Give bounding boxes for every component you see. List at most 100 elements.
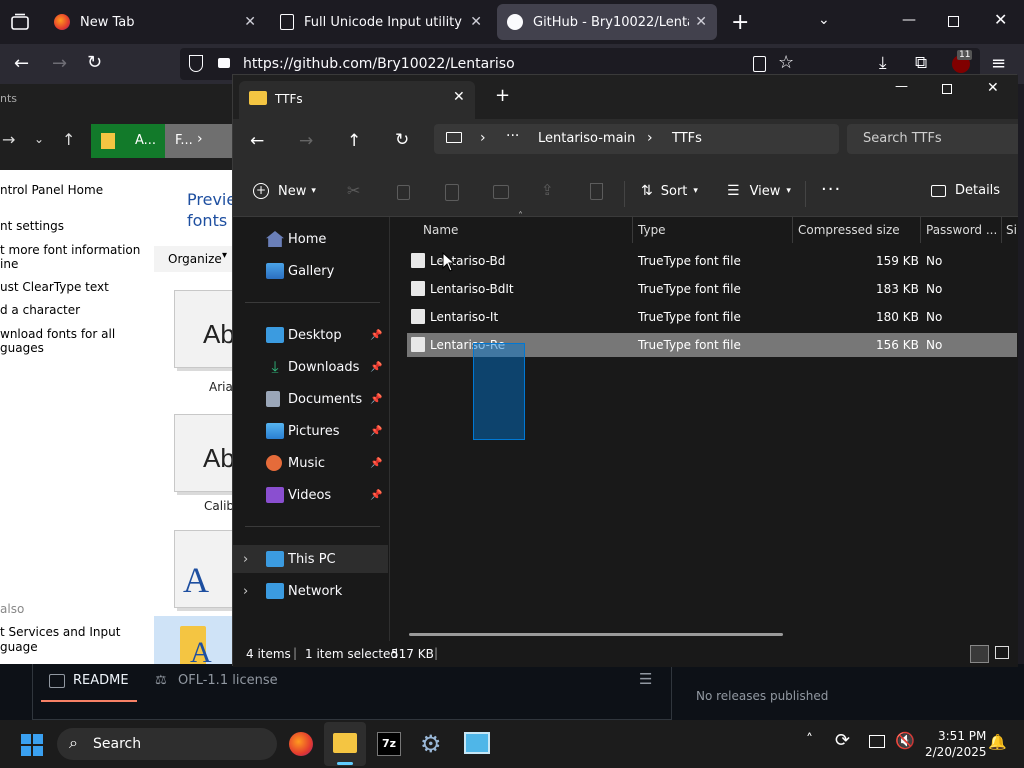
cut-icon[interactable]: ✂: [347, 181, 360, 200]
new-tab-plus-icon[interactable]: +: [731, 10, 749, 35]
minimize-icon[interactable]: —: [902, 12, 916, 28]
file-row[interactable]: Lentariso-Bd TrueType font file 159 KB N…: [407, 249, 1017, 273]
delete-icon[interactable]: [590, 183, 603, 200]
column-divider[interactable]: [792, 217, 793, 243]
sync-icon[interactable]: ⟳: [835, 730, 850, 751]
column-divider[interactable]: [1001, 217, 1002, 243]
column-header-size[interactable]: Compressed size: [798, 223, 900, 237]
nav-item-gallery[interactable]: Gallery: [233, 257, 390, 285]
notification-bell-icon[interactable]: 🔔: [988, 733, 1007, 751]
details-view-icon[interactable]: [970, 645, 989, 663]
nav-item-this-pc[interactable]: › This PC: [233, 545, 388, 573]
address-bar[interactable]: › ··· Lentariso-main › TTFs: [434, 124, 839, 154]
outline-menu-icon[interactable]: ☰: [639, 670, 652, 688]
pin-icon[interactable]: 📌: [370, 362, 382, 373]
tiles-view-icon[interactable]: [995, 646, 1009, 659]
firefox-taskbar-icon[interactable]: [289, 732, 313, 756]
hamburger-menu-icon[interactable]: ≡: [991, 53, 1006, 74]
font-card[interactable]: A: [174, 530, 234, 608]
close-window-icon[interactable]: ✕: [994, 10, 1007, 29]
lock-icon[interactable]: [218, 58, 230, 68]
organize-button[interactable]: Organize ▾: [154, 246, 232, 272]
close-tab-icon[interactable]: ✕: [453, 89, 465, 105]
windows-start-icon[interactable]: [21, 734, 43, 756]
column-divider[interactable]: [632, 217, 633, 243]
rename-icon[interactable]: [493, 185, 509, 199]
nav-item-documents[interactable]: Documents 📌: [233, 385, 390, 413]
7zip-taskbar-icon[interactable]: 7z: [377, 732, 401, 756]
breadcrumb-item[interactable]: TTFs: [672, 131, 702, 146]
minimize-icon[interactable]: —: [895, 79, 908, 94]
cp-link[interactable]: ust ClearType text: [0, 280, 109, 294]
chevron-right-icon[interactable]: ›: [243, 552, 248, 567]
column-divider[interactable]: [920, 217, 921, 243]
extensions-icon[interactable]: ⧉: [915, 53, 927, 73]
close-icon[interactable]: ✕: [695, 14, 707, 30]
tab-unicode[interactable]: Full Unicode Input utility ✕: [270, 4, 492, 40]
pin-icon[interactable]: 📌: [370, 490, 382, 501]
tab-overview-icon[interactable]: [10, 12, 30, 32]
more-options-icon[interactable]: ···: [821, 179, 841, 200]
sort-button[interactable]: ⇅ Sort ▾: [641, 183, 698, 199]
reader-view-icon[interactable]: [753, 56, 766, 72]
nav-item-music[interactable]: Music 📌: [233, 449, 390, 477]
forward-arrow-icon[interactable]: →: [52, 53, 67, 74]
tab-list-chevron-icon[interactable]: ⌄: [818, 12, 830, 28]
back-arrow-icon[interactable]: ←: [250, 131, 264, 151]
nav-item-network[interactable]: › Network: [233, 577, 390, 605]
cp-breadcrumb[interactable]: A... F... ›: [91, 124, 232, 158]
file-row[interactable]: Lentariso-BdIt TrueType font file 183 KB…: [407, 277, 1017, 301]
search-input[interactable]: Search TTFs: [847, 124, 1018, 154]
shield-icon[interactable]: [189, 55, 203, 72]
cp-link[interactable]: nt settings: [0, 219, 64, 233]
cp-link[interactable]: guages: [0, 341, 44, 355]
forward-arrow-icon[interactable]: →: [299, 131, 313, 151]
column-header-password[interactable]: Password ...: [926, 223, 997, 237]
details-button[interactable]: Details: [931, 183, 1000, 198]
paste-icon[interactable]: [445, 184, 459, 201]
file-explorer-taskbar-icon[interactable]: [324, 722, 366, 766]
tab-github[interactable]: GitHub - Bry10022/Lentariso: Th ✕: [497, 4, 717, 40]
new-button[interactable]: + New ▾: [253, 183, 316, 199]
share-icon[interactable]: ⇪: [541, 181, 554, 199]
font-card-arial[interactable]: Ab: [174, 290, 235, 368]
file-row[interactable]: Lentariso-It TrueType font file 180 KB N…: [407, 305, 1017, 329]
pin-icon[interactable]: 📌: [370, 458, 382, 469]
url-text[interactable]: https://github.com/Bry10022/Lentariso: [243, 56, 515, 72]
cp-link[interactable]: ntrol Panel Home: [0, 183, 103, 197]
nav-item-pictures[interactable]: Pictures 📌: [233, 417, 390, 445]
new-tab-plus-icon[interactable]: +: [495, 85, 510, 106]
forward-arrow-icon[interactable]: →: [2, 130, 15, 149]
clock-time[interactable]: 3:51 PM: [938, 729, 986, 743]
copy-icon[interactable]: [397, 185, 410, 200]
pin-icon[interactable]: 📌: [370, 330, 382, 341]
control-panel-taskbar-icon[interactable]: [464, 732, 490, 754]
cp-link[interactable]: ine: [0, 257, 18, 271]
cp-link[interactable]: t Services and Input: [0, 625, 120, 639]
cp-link[interactable]: d a character: [0, 303, 80, 317]
nav-item-videos[interactable]: Videos 📌: [233, 481, 390, 509]
column-header-name[interactable]: Name: [423, 223, 458, 237]
cp-link[interactable]: wnload fonts for all: [0, 327, 115, 341]
bookmark-star-icon[interactable]: ☆: [778, 52, 794, 73]
close-icon[interactable]: ✕: [470, 14, 482, 30]
breadcrumb-item[interactable]: Lentariso-main: [538, 131, 635, 146]
up-arrow-icon[interactable]: ↑: [347, 131, 361, 151]
pin-icon[interactable]: 📌: [370, 426, 382, 437]
back-arrow-icon[interactable]: ←: [14, 53, 29, 74]
close-window-icon[interactable]: ✕: [987, 80, 999, 96]
more-dots-icon[interactable]: ···: [506, 128, 519, 144]
cp-link[interactable]: guage: [0, 640, 38, 654]
downloads-arrow-icon[interactable]: ⤓: [879, 53, 887, 73]
column-header-size-2[interactable]: Si: [1006, 223, 1017, 237]
explorer-tab[interactable]: TTFs ✕: [239, 81, 475, 119]
clock-date[interactable]: 2/20/2025: [925, 745, 987, 759]
chevron-down-icon[interactable]: ⌄: [34, 132, 44, 146]
horizontal-scrollbar[interactable]: [409, 633, 783, 636]
reload-icon[interactable]: ↻: [87, 52, 102, 73]
column-header-type[interactable]: Type: [638, 223, 666, 237]
tray-chevron-up-icon[interactable]: ˄: [806, 732, 813, 748]
readme-tab[interactable]: README: [73, 673, 129, 688]
maximize-icon[interactable]: [948, 16, 959, 27]
cp-link[interactable]: t more font information: [0, 243, 140, 257]
